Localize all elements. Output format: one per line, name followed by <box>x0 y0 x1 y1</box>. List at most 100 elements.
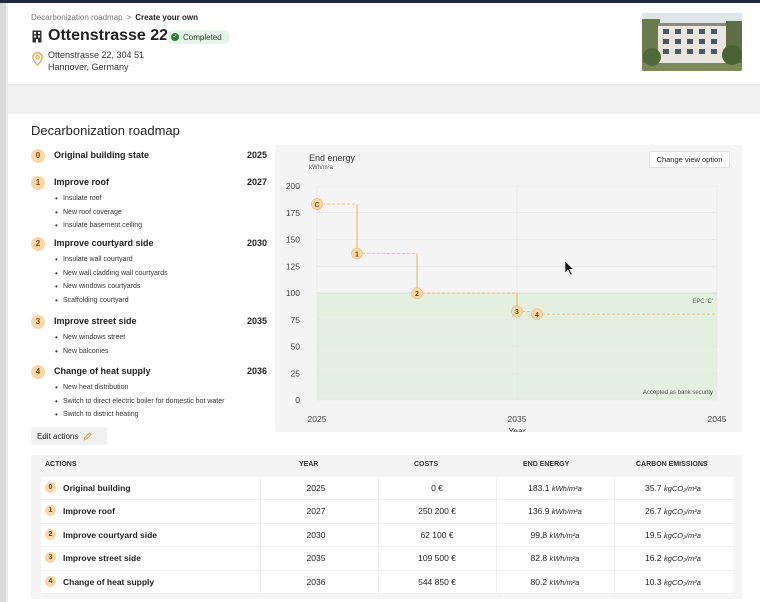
epc-label: EPC 'C' <box>692 299 713 305</box>
list-item: Scaffolding courtyard <box>55 294 267 308</box>
y-tick-label: 125 <box>286 261 300 271</box>
data-point-label: C <box>314 202 319 209</box>
roadmap-step-2[interactable]: 2 Improve courtyard side 2030 Insulate w… <box>31 236 267 307</box>
table-row[interactable]: 4 Change of heat supply 2036 544 850 € 80.2 … <box>41 571 733 594</box>
edit-actions-label: Edit actions <box>37 431 79 441</box>
cell-year: 2027 <box>306 506 326 517</box>
cell-year: 2025 <box>306 483 326 493</box>
cell-action: Improve roof <box>63 506 115 517</box>
data-point-label: 2 <box>415 291 419 298</box>
y-tick-label: 150 <box>286 235 300 245</box>
cell-cost: 62 100 € <box>420 529 454 540</box>
status-badge: ✓ Completed <box>166 30 230 44</box>
table-header: ACTIONS YEAR COSTS END ENERGY CARBON EMI… <box>31 455 742 475</box>
row-number-badge: 1 <box>45 505 56 517</box>
cell-end-energy: 82.8 kWh/m²a <box>530 553 580 564</box>
step-number-badge: 0 <box>31 149 45 163</box>
step-number-badge: 3 <box>31 315 45 329</box>
edit-actions-button[interactable]: Edit actions <box>31 427 107 445</box>
cell-action: Improve courtyard side <box>63 529 158 540</box>
column-header-end-energy: END ENERGY <box>523 461 570 468</box>
left-frame <box>0 3 6 602</box>
x-tick-label: 2035 <box>508 414 527 424</box>
pencil-icon <box>83 431 92 441</box>
step-label: Original building state <box>54 150 150 160</box>
cell-cost: 544 850 € <box>418 576 456 587</box>
cell-end-energy: 136.9 kWh/m²a <box>528 506 582 517</box>
cell-end-energy: 80.2 kWh/m²a <box>530 576 580 587</box>
row-number-badge: 2 <box>45 528 56 540</box>
cell-year: 2036 <box>306 576 326 587</box>
x-axis-label: Year <box>508 426 525 432</box>
list-item: New windows street <box>55 331 267 345</box>
location-pin-icon <box>32 52 43 66</box>
y-tick-label: 75 <box>291 315 301 325</box>
address-line-1: Ottenstrasse 22, 304 51 <box>48 50 145 60</box>
row-number-badge: 0 <box>45 482 56 493</box>
cell-action: Change of heat supply <box>63 576 155 587</box>
column-header-year: YEAR <box>299 461 319 468</box>
table-body: 0 Original building 2025 0 € 183.1 kWh/m²a 3 5… <box>41 477 733 594</box>
step-year: 2036 <box>246 366 267 376</box>
table-row[interactable]: 1 Improve roof 2027 250 200 € 136.9 kWh/m²a 2… <box>41 500 733 524</box>
section-divider <box>8 86 760 114</box>
y-tick-label: 25 <box>291 368 301 378</box>
column-header-carbon-emissions: CARBON EMISSIONS <box>636 461 708 468</box>
step-action-list: Insulate roof New roof coverage Insulate… <box>55 192 267 233</box>
row-number-badge: 4 <box>45 575 56 587</box>
list-item: New wall cladding wall courtyards <box>55 267 267 281</box>
cell-action: Original building <box>63 483 131 493</box>
table-row[interactable]: 2 Improve courtyard side 2030 62 100 € 99.8 … <box>41 524 733 548</box>
building-photo <box>642 13 742 71</box>
list-item: Switch to direct electric boiler for dom… <box>55 395 267 409</box>
cell-end-energy: 183.1 kWh/m²a <box>528 483 582 493</box>
column-header-actions: ACTIONS <box>45 461 77 468</box>
status-label: Completed <box>183 32 222 42</box>
cell-carbon-emissions: 16.2 kgCO₂/m²a <box>645 553 701 564</box>
breadcrumb: Decarbonization roadmap > Create your own <box>31 13 198 22</box>
row-number-badge: 3 <box>45 552 56 564</box>
change-view-button[interactable]: Change view option <box>649 151 730 168</box>
y-tick-label: 200 <box>286 181 300 191</box>
chart-canvas: 0 25 50 75 100 125 150 175 200 2025 2035 2045 Year EP… <box>286 181 727 432</box>
column-header-costs: COSTS <box>414 461 439 468</box>
table-row[interactable]: 0 Original building 2025 0 € 183.1 kWh/m²a 35… <box>41 477 733 501</box>
step-label: Improve roof <box>54 177 110 187</box>
bank-security-label: Accepted as bank security <box>643 390 713 396</box>
step-label: Change of heat supply <box>54 366 151 376</box>
x-tick-label: 2045 <box>708 414 727 424</box>
roadmap-step-1[interactable]: 1 Improve roof 2027 Insulate roof New ro… <box>31 175 267 233</box>
cell-cost: 0 € <box>431 483 443 493</box>
building-icon <box>32 30 42 43</box>
list-item: New roof coverage <box>55 206 267 220</box>
check-icon: ✓ <box>171 33 179 41</box>
actions-table: ACTIONS YEAR COSTS END ENERGY CARBON EMI… <box>31 455 742 599</box>
step-action-list: New windows street New balconies <box>55 331 267 358</box>
building-header: Decarbonization roadmap > Create your own … <box>8 3 760 85</box>
y-tick-label: 0 <box>295 395 300 405</box>
step-action-list: New heat distribution Switch to direct e… <box>55 381 267 422</box>
cell-carbon-emissions: 26.7 kgCO₂/m²a <box>645 506 701 517</box>
cell-carbon-emissions: 19.5 kgCO₂/m²a <box>645 529 701 540</box>
page-title: Ottenstrasse 22 <box>48 27 169 44</box>
breadcrumb-separator: > <box>126 13 132 22</box>
step-year: 2035 <box>246 316 267 326</box>
step-year: 2025 <box>246 150 267 160</box>
step-year: 2030 <box>246 238 267 248</box>
cell-cost: 250 200 € <box>418 506 456 517</box>
chart-unit: kWh/m²a <box>309 165 333 171</box>
data-point-label: 3 <box>515 309 519 316</box>
step-action-list: Insulate wall courtyard New wall claddin… <box>55 253 267 308</box>
roadmap-step-4[interactable]: 4 Change of heat supply 2036 New heat di… <box>31 364 267 422</box>
list-item: New windows courtyards <box>55 280 267 294</box>
roadmap-step-0[interactable]: 0 Original building state 2025 <box>31 148 267 164</box>
roadmap-title: Decarbonization roadmap <box>31 123 180 138</box>
x-tick-label: 2025 <box>308 414 327 424</box>
roadmap-panel: Decarbonization roadmap 0 Original build… <box>8 114 760 602</box>
mouse-cursor-icon <box>564 260 575 276</box>
roadmap-step-3[interactable]: 3 Improve street side 2035 New windows s… <box>31 314 267 358</box>
list-item: Insulate wall courtyard <box>55 253 267 267</box>
cell-year: 2030 <box>306 529 326 540</box>
table-row[interactable]: 3 Improve street side 2035 109 500 € 82.8 kW… <box>41 547 733 571</box>
breadcrumb-parent[interactable]: Decarbonization roadmap <box>31 13 123 22</box>
